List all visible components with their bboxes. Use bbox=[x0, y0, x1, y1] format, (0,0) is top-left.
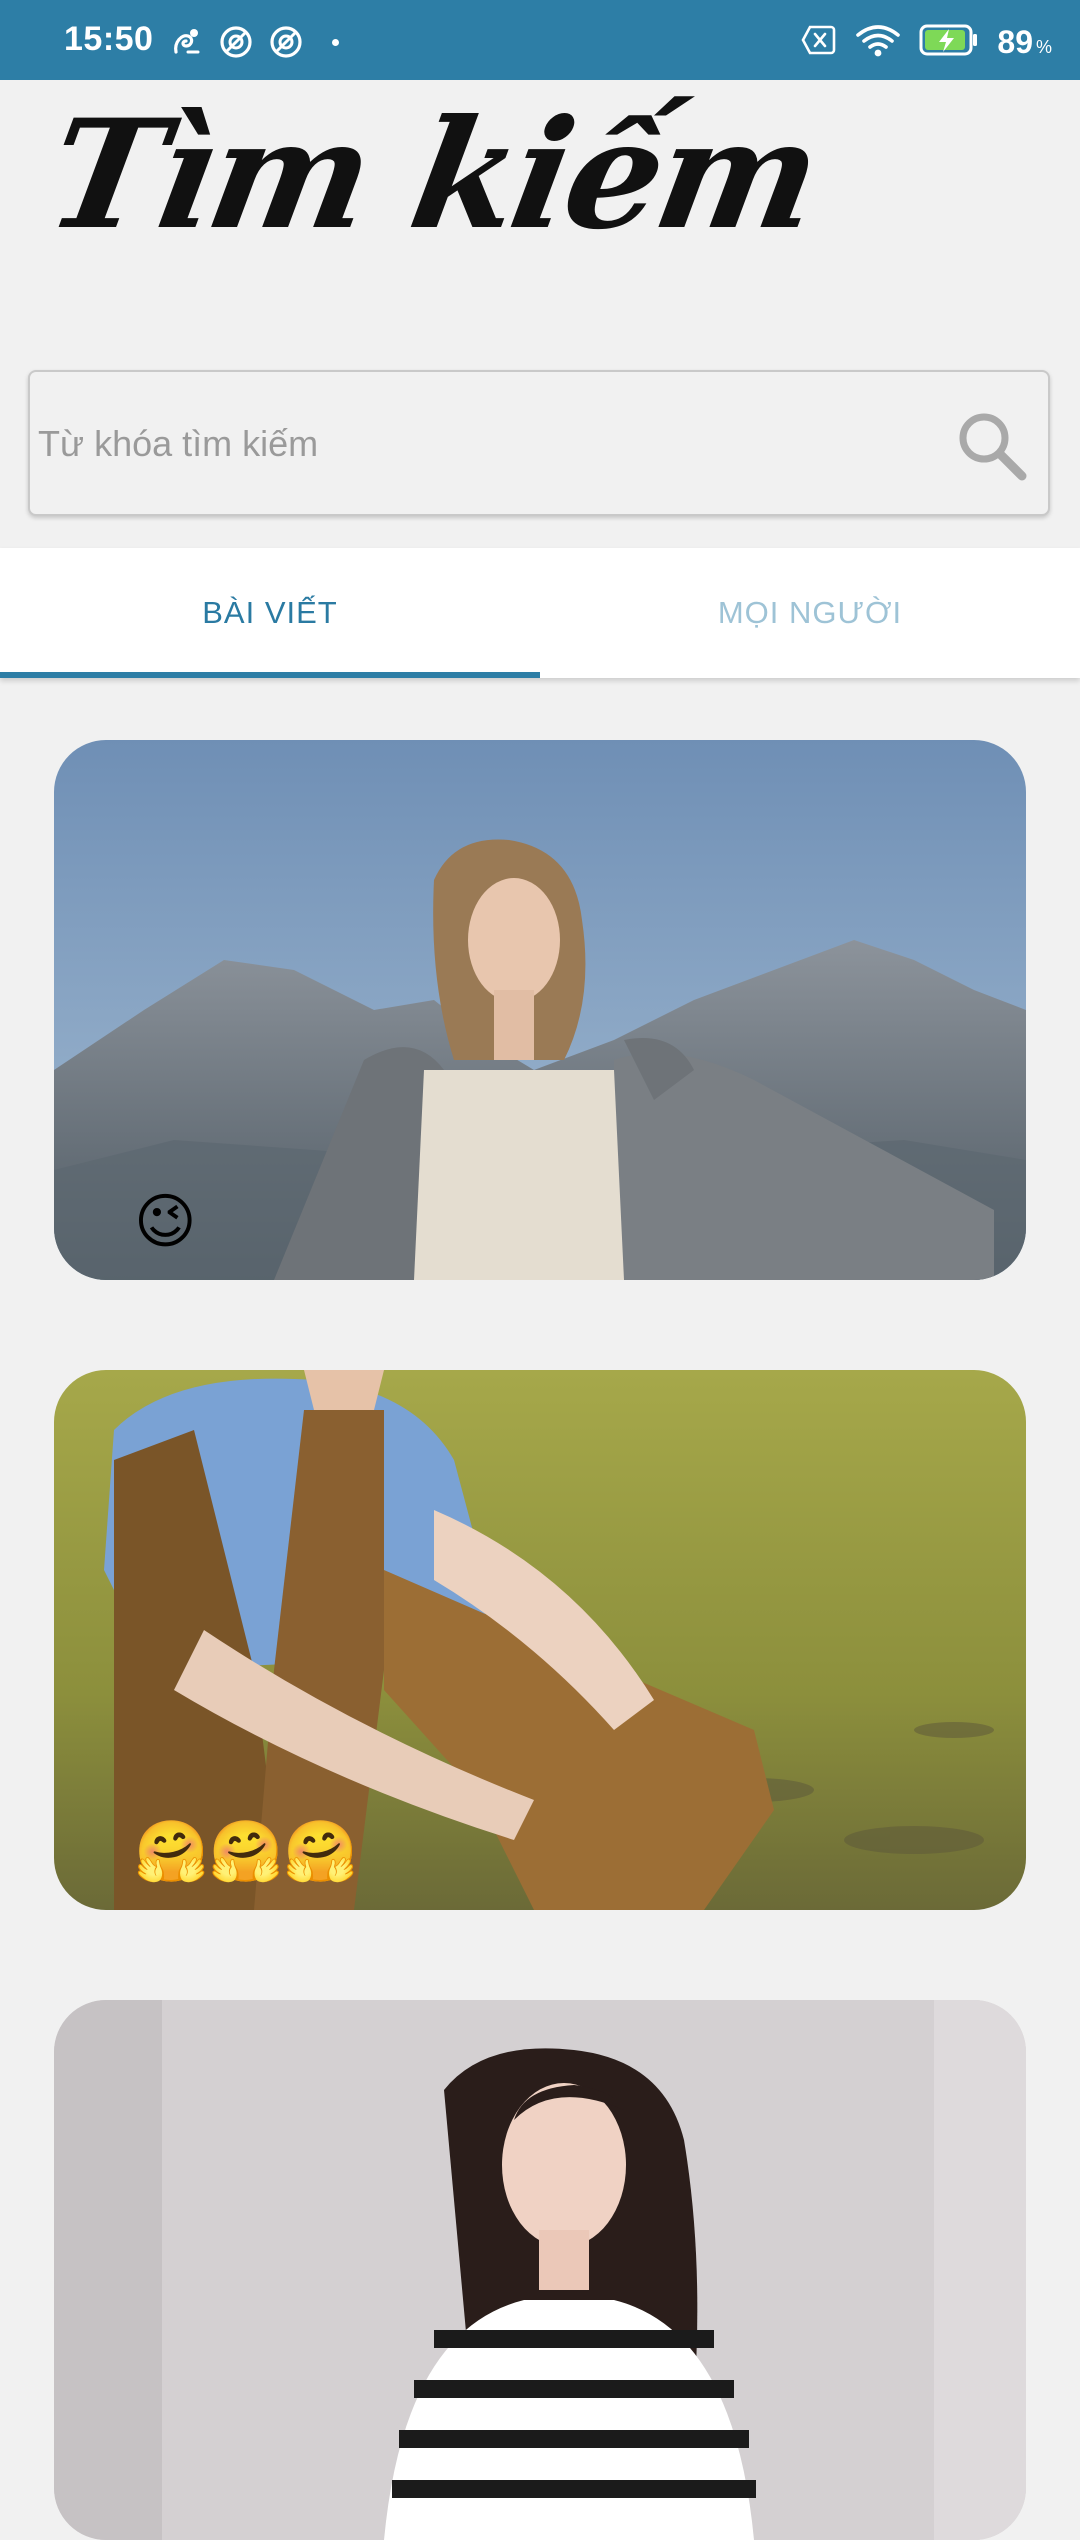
battery-percent: 89% bbox=[997, 23, 1052, 60]
tab-people[interactable]: MỌI NGƯỜI bbox=[540, 548, 1080, 678]
tab-bar: BÀI VIẾT MỌI NGƯỜI bbox=[0, 548, 1080, 678]
status-bar: 15:50 89 % bbox=[0, 0, 1080, 80]
status-system-icons: 89% bbox=[801, 24, 1052, 60]
tab-posts[interactable]: BÀI VIẾT bbox=[0, 548, 540, 678]
wifi-icon bbox=[855, 23, 901, 62]
page-title: Tìm kiếm bbox=[35, 87, 830, 263]
vpn-icon bbox=[268, 24, 304, 60]
search-input[interactable] bbox=[38, 392, 938, 496]
search-icon[interactable] bbox=[954, 408, 1028, 482]
active-tab-indicator bbox=[0, 672, 540, 678]
post-caption: 🤗🤗🤗 bbox=[134, 1818, 359, 1885]
battery-charging-icon bbox=[919, 23, 979, 62]
woman-portrait-photo bbox=[54, 2000, 1026, 2540]
post-caption: 😉 bbox=[134, 1188, 197, 1255]
woman-mountains-photo bbox=[54, 740, 1026, 1280]
status-time: 15:50 bbox=[64, 20, 154, 58]
vpn-icon bbox=[218, 24, 254, 60]
dot-icon bbox=[332, 38, 339, 46]
post-card[interactable]: 🤗🤗🤗 bbox=[54, 1370, 1026, 1910]
search-box[interactable] bbox=[28, 370, 1050, 516]
status-notification-icons bbox=[168, 24, 339, 60]
no-sim-icon bbox=[801, 25, 837, 60]
app-notification-icon bbox=[168, 24, 204, 60]
post-card[interactable]: 😉 bbox=[54, 740, 1026, 1280]
post-card[interactable] bbox=[54, 2000, 1026, 2540]
